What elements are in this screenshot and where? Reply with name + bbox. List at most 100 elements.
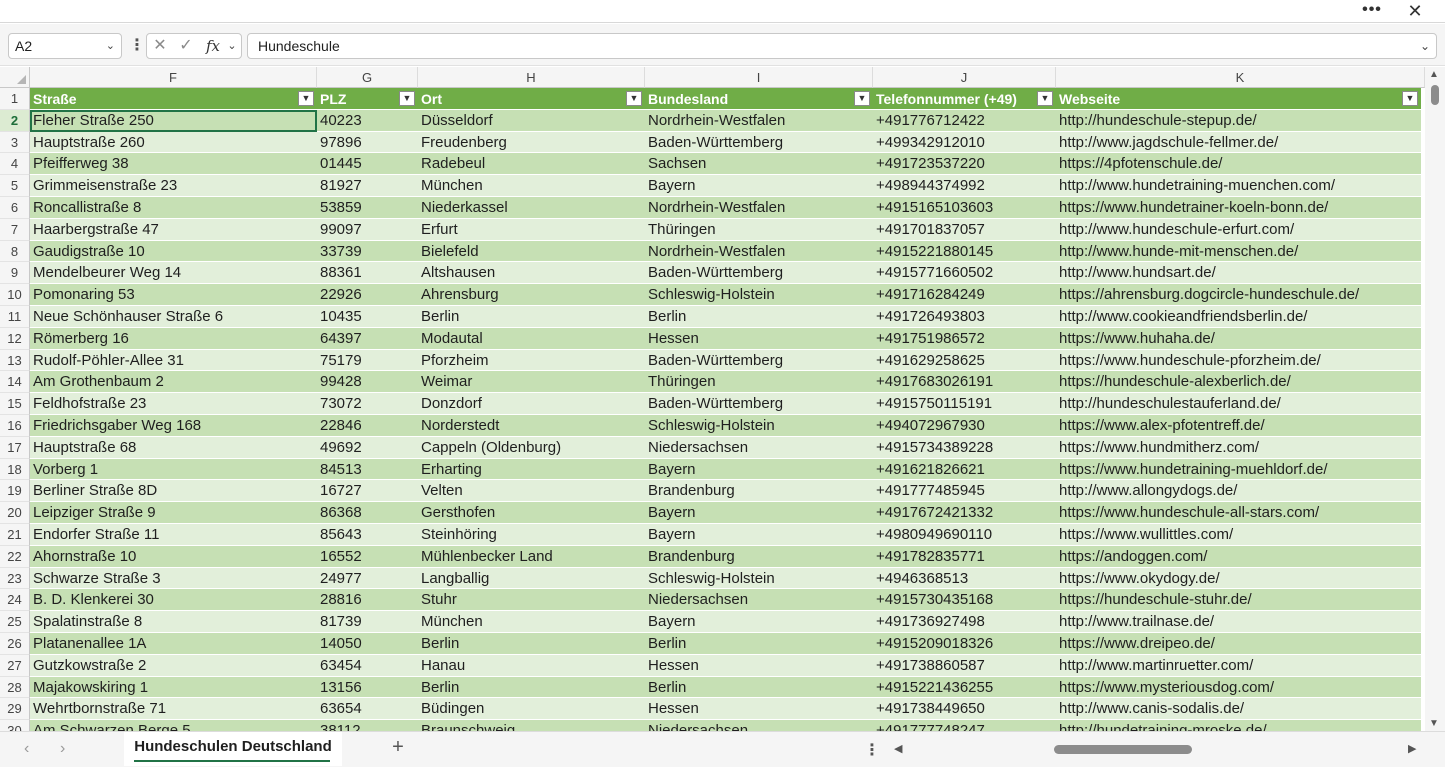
row-number[interactable]: 14 xyxy=(0,371,30,394)
cell-strasse[interactable]: Grimmeisenstraße 23 xyxy=(30,175,317,197)
cell-telefon[interactable]: +4915750115191 xyxy=(873,393,1056,415)
cell-telefon[interactable]: +491629258625 xyxy=(873,349,1056,372)
cell-plz[interactable]: 24977 xyxy=(317,567,418,590)
cell-strasse[interactable]: Fleher Straße 250 xyxy=(30,109,317,132)
row-number[interactable]: 26 xyxy=(0,632,30,655)
cell-ort[interactable]: Velten xyxy=(418,480,645,503)
cell-strasse[interactable]: Rudolf-Pöhler-Allee 31 xyxy=(30,349,317,372)
check-icon[interactable]: ✓ xyxy=(175,34,197,58)
filter-dropdown-icon[interactable]: ▼ xyxy=(854,91,870,106)
cell-plz[interactable]: 01445 xyxy=(317,153,418,176)
cell-plz[interactable]: 16727 xyxy=(317,480,418,503)
row-number[interactable]: 17 xyxy=(0,436,30,459)
cell-plz[interactable]: 73072 xyxy=(317,393,418,415)
name-box[interactable]: A2 ⌄ xyxy=(8,33,122,59)
row-number[interactable]: 6 xyxy=(0,196,30,219)
cell-strasse[interactable]: Endorfer Straße 11 xyxy=(30,523,317,546)
scroll-down-icon[interactable]: ▼ xyxy=(1429,718,1439,729)
formula-input[interactable]: Hundeschule ⌄ xyxy=(247,33,1437,59)
cell-webseite[interactable]: https://andoggen.com/ xyxy=(1056,545,1421,568)
cell-ort[interactable]: Pforzheim xyxy=(418,349,645,372)
cell-strasse[interactable]: Pomonaring 53 xyxy=(30,284,317,306)
cell-telefon[interactable]: +491621826621 xyxy=(873,458,1056,481)
cell-bundesland[interactable]: Berlin xyxy=(645,676,873,699)
cell-bundesland[interactable]: Hessen xyxy=(645,327,873,350)
chevron-down-icon[interactable]: ⌄ xyxy=(1420,34,1430,58)
cell-telefon[interactable]: +4915771660502 xyxy=(873,262,1056,285)
cell-webseite[interactable]: http://www.allongydogs.de/ xyxy=(1056,480,1421,503)
vertical-ellipsis-icon[interactable]: ⋮ xyxy=(129,36,145,58)
cell-plz[interactable]: 14050 xyxy=(317,632,418,655)
cell-telefon[interactable]: +4915221880145 xyxy=(873,240,1056,263)
cell-webseite[interactable]: http://www.martinruetter.com/ xyxy=(1056,654,1421,677)
column-header-h[interactable]: H xyxy=(418,67,645,88)
cell-plz[interactable]: 28816 xyxy=(317,589,418,612)
column-header-j[interactable]: J xyxy=(873,67,1056,88)
cell-ort[interactable]: Berlin xyxy=(418,676,645,699)
chevron-left-icon[interactable]: ‹ xyxy=(24,740,29,758)
cell-strasse[interactable]: Leipziger Straße 9 xyxy=(30,502,317,524)
cell-strasse[interactable]: Vorberg 1 xyxy=(30,458,317,481)
cell-ort[interactable]: Mühlenbecker Land xyxy=(418,545,645,568)
column-header-f[interactable]: F xyxy=(30,67,317,88)
cell-bundesland[interactable]: Hessen xyxy=(645,654,873,677)
row-number[interactable]: 30 xyxy=(0,720,30,731)
cell-bundesland[interactable]: Niedersachsen xyxy=(645,436,873,459)
cell-strasse[interactable]: Majakowskiring 1 xyxy=(30,676,317,699)
cell-plz[interactable]: 63654 xyxy=(317,698,418,721)
horizontal-scroll-thumb[interactable] xyxy=(1054,745,1192,754)
cell-bundesland[interactable]: Nordrhein-Westfalen xyxy=(645,109,873,132)
cell-webseite[interactable]: http://www.hundetraining-muenchen.com/ xyxy=(1056,175,1421,197)
cell-strasse[interactable]: Berliner Straße 8D xyxy=(30,480,317,503)
cell-plz[interactable]: 10435 xyxy=(317,305,418,328)
cell-webseite[interactable]: http://www.trailnase.de/ xyxy=(1056,611,1421,633)
cell-ort[interactable]: München xyxy=(418,175,645,197)
cell-strasse[interactable]: Spalatinstraße 8 xyxy=(30,611,317,633)
cell-plz[interactable]: 49692 xyxy=(317,436,418,459)
cell-telefon[interactable]: +491738860587 xyxy=(873,654,1056,677)
row-number[interactable]: 19 xyxy=(0,480,30,503)
header-cell-strasse[interactable]: Straße ▼ xyxy=(30,88,317,110)
cell-ort[interactable]: Cappeln (Oldenburg) xyxy=(418,436,645,459)
cell-strasse[interactable]: Wehrtbornstraße 71 xyxy=(30,698,317,721)
row-number[interactable]: 22 xyxy=(0,545,30,568)
cell-webseite[interactable]: https://www.hundmitherz.com/ xyxy=(1056,436,1421,459)
cell-webseite[interactable]: https://hundeschule-stuhr.de/ xyxy=(1056,589,1421,612)
cell-webseite[interactable]: http://www.cookieandfriendsberlin.de/ xyxy=(1056,305,1421,328)
cell-ort[interactable]: Büdingen xyxy=(418,698,645,721)
cell-plz[interactable]: 64397 xyxy=(317,327,418,350)
cell-webseite[interactable]: https://ahrensburg.dogcircle-hundeschule… xyxy=(1056,284,1421,306)
filter-dropdown-icon[interactable]: ▼ xyxy=(1037,91,1053,106)
cell-ort[interactable]: Donzdorf xyxy=(418,393,645,415)
cell-bundesland[interactable]: Baden-Württemberg xyxy=(645,393,873,415)
cell-bundesland[interactable]: Bayern xyxy=(645,458,873,481)
cell-bundesland[interactable]: Sachsen xyxy=(645,153,873,176)
header-cell-telefon[interactable]: Telefonnummer (+49) ▼ xyxy=(873,88,1056,110)
row-number[interactable]: 2 xyxy=(0,109,30,132)
row-number[interactable]: 5 xyxy=(0,175,30,197)
cell-ort[interactable]: Erharting xyxy=(418,458,645,481)
cell-webseite[interactable]: http://hundetraining-mroske.de/ xyxy=(1056,720,1421,731)
header-cell-ort[interactable]: Ort ▼ xyxy=(418,88,645,110)
cell-bundesland[interactable]: Bayern xyxy=(645,523,873,546)
cell-telefon[interactable]: +4915734389228 xyxy=(873,436,1056,459)
row-number[interactable]: 15 xyxy=(0,393,30,415)
cell-ort[interactable]: Gersthofen xyxy=(418,502,645,524)
cell-strasse[interactable]: Mendelbeurer Weg 14 xyxy=(30,262,317,285)
cell-telefon[interactable]: +4915221436255 xyxy=(873,676,1056,699)
cell-plz[interactable]: 88361 xyxy=(317,262,418,285)
cell-strasse[interactable]: Neue Schönhauser Straße 6 xyxy=(30,305,317,328)
cell-telefon[interactable]: +4946368513 xyxy=(873,567,1056,590)
row-number[interactable]: 10 xyxy=(0,284,30,306)
cell-strasse[interactable]: Am Schwarzen Berge 5 xyxy=(30,720,317,731)
cell-telefon[interactable]: +491736927498 xyxy=(873,611,1056,633)
cell-bundesland[interactable]: Thüringen xyxy=(645,218,873,241)
cell-ort[interactable]: Erfurt xyxy=(418,218,645,241)
cell-webseite[interactable]: http://www.canis-sodalis.de/ xyxy=(1056,698,1421,721)
cell-bundesland[interactable]: Bayern xyxy=(645,502,873,524)
cell-webseite[interactable]: https://www.hundetrainer-koeln-bonn.de/ xyxy=(1056,196,1421,219)
cell-plz[interactable]: 84513 xyxy=(317,458,418,481)
cell-strasse[interactable]: Hauptstraße 68 xyxy=(30,436,317,459)
cell-strasse[interactable]: Gaudigstraße 10 xyxy=(30,240,317,263)
cell-bundesland[interactable]: Bayern xyxy=(645,175,873,197)
